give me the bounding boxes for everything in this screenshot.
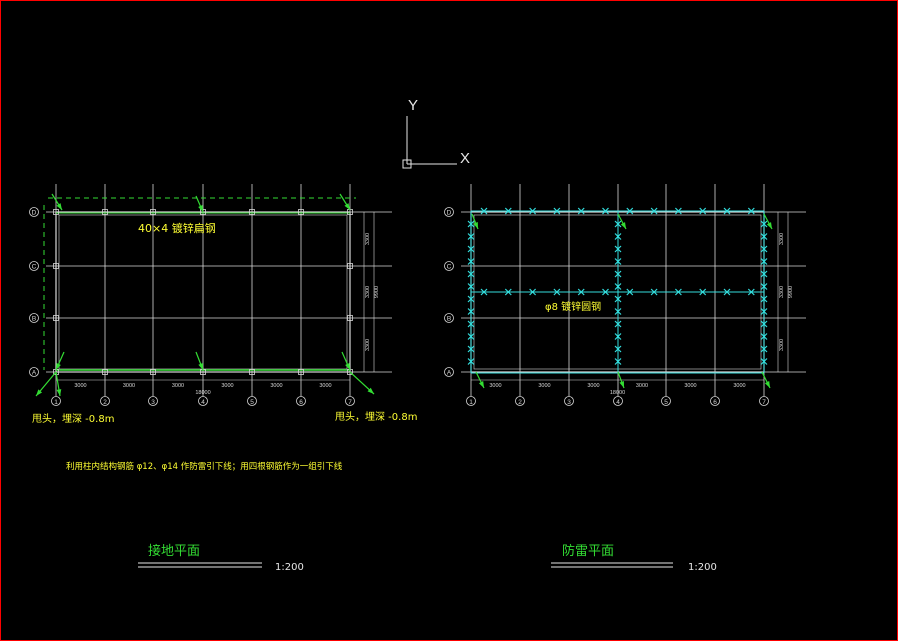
axis-label: 7 [348,399,352,406]
axis-label: 1 [469,399,473,406]
bay-dimension: 3000 [684,383,696,389]
downconductor-arrow [341,351,351,371]
axis-label: D [32,210,37,217]
row-dimension: 3300 [779,286,785,298]
bay-dimension: 3000 [587,383,599,389]
lightning-protection-plan[interactable]: 1 2 3 4 5 6 7 D C B A 3000 3000 3000 3000 3000 3000 18000… [444,184,807,406]
round-steel-note: φ8 镀锌圆钢 [545,300,601,313]
axis-label: 7 [762,399,766,406]
bay-dimension: 3000 [319,383,331,389]
ucs-icon: Y X [402,97,470,169]
axis-label: C [447,264,452,271]
steel-strip-note: 40×4 镀锌扁钢 [138,221,216,235]
cad-canvas[interactable]: Y X 1 2 3 4 5 6 7DCBA3000 3000 3000 3000 3000 30001… [0,0,898,641]
grounding-plan[interactable]: 1 2 3 4 5 6 7 D C B A 3000 3000 3000 3000 3000 3000 18000… [29,184,393,406]
axis-label: 2 [518,399,522,406]
axis-label: 6 [299,399,303,406]
axis-label: C [32,264,37,271]
axis-label: B [32,316,36,323]
bay-dimension: 3000 [733,383,745,389]
axis-label: 2 [103,399,107,406]
grounding-tail [55,371,62,397]
downconductor-arrow [617,213,627,230]
total-depth-dimension: 9900 [374,286,380,298]
downconductor-arrow [763,213,773,230]
row-dimension: 3300 [779,339,785,351]
axis-label: 5 [664,399,668,406]
lightning-plan-title: 防雷平面 [562,543,614,559]
row-dimension: 3300 [365,233,371,245]
grounding-plan-scale: 1:200 [275,562,304,573]
bay-dimension: 3000 [270,383,282,389]
tail-note-left: 甩头，埋深 -0.8m [32,413,114,425]
downconductor-arrow [195,351,204,371]
bay-dimension: 3000 [123,383,135,389]
row-dimension: 3300 [779,233,785,245]
axis-label: 6 [713,399,717,406]
axis-label: A [32,370,37,377]
grounding-plan-title: 接地平面 [148,543,200,559]
lightning-plan-scale: 1:200 [688,562,717,573]
axis-label: 4 [616,399,620,406]
downconductor-arrow [55,351,65,371]
total-depth-dimension: 9900 [788,286,794,298]
grounding-tail [35,371,57,397]
downconductor-arrow [51,193,63,211]
bay-dimension: 3000 [74,383,86,389]
axis-label: 3 [567,399,571,406]
ucs-y-label: Y [408,97,418,114]
axis-label: 5 [250,399,254,406]
bay-dimension: 3000 [221,383,233,389]
axis-label: D [447,210,452,217]
tail-note-right: 甩头，埋深 -0.8m [335,411,417,423]
row-dimension: 3300 [365,286,371,298]
bay-dimension: 3000 [636,383,648,389]
bay-dimension: 3000 [489,383,501,389]
downconductor-arrow [339,193,351,211]
axis-label: 3 [151,399,155,406]
bay-dimension: 3000 [172,383,184,389]
row-dimension: 3300 [365,339,371,351]
axis-label: B [447,316,451,323]
axis-label: 4 [201,399,205,406]
total-width-dimension: 18000 [195,390,210,396]
downconductor-note: 利用柱内结构钢筋 φ12、φ14 作防雷引下线；用四根钢筋作为一组引下线 [66,461,343,472]
ucs-x-label: X [460,150,470,167]
bay-dimension: 3000 [538,383,550,389]
grounding-tail [349,371,375,395]
axis-label: A [447,370,452,377]
axis-label: 1 [54,399,58,406]
total-width-dimension: 18000 [610,390,625,396]
